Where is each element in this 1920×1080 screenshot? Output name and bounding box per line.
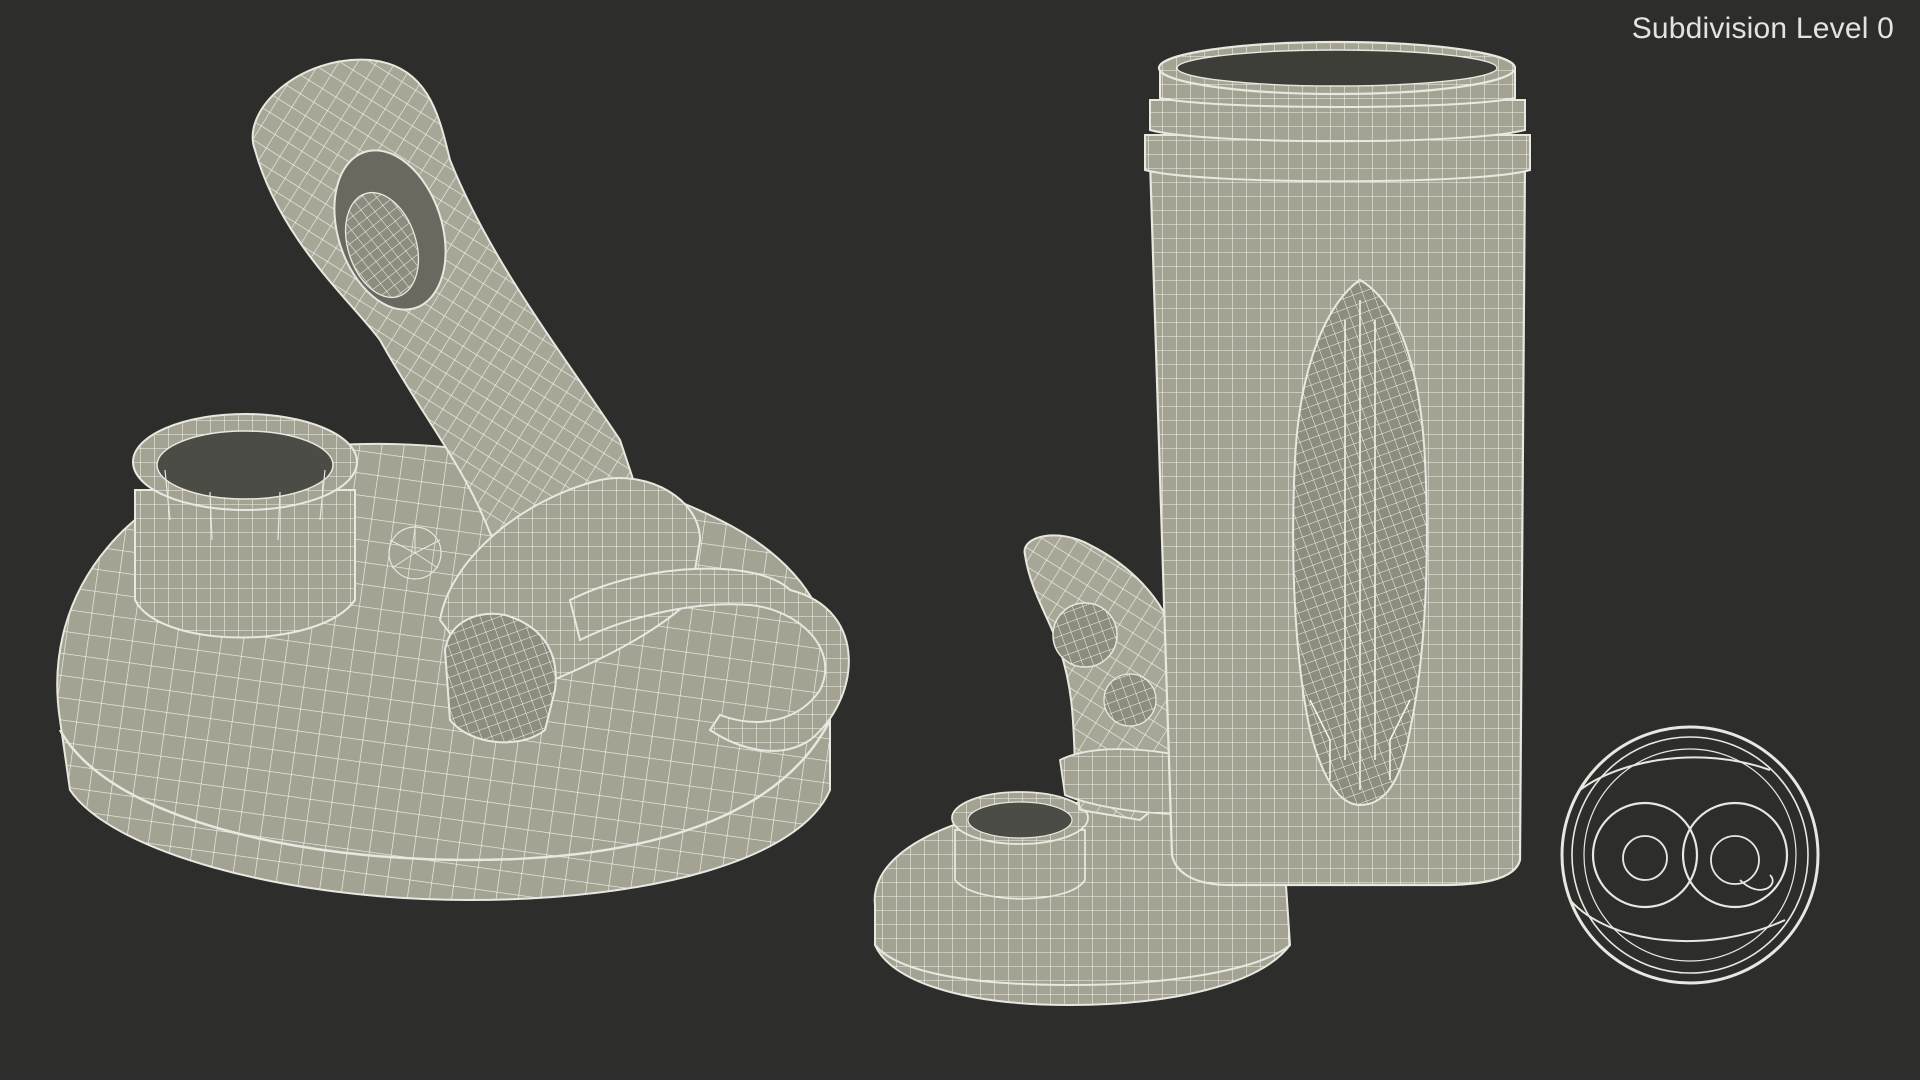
render-viewport: Subdivision Level 0	[0, 0, 1920, 1080]
wireframe-scene	[56, 40, 1820, 1007]
large-lid	[56, 58, 850, 902]
shaker-bottle	[1144, 40, 1531, 887]
whisk-ball	[1560, 725, 1820, 985]
